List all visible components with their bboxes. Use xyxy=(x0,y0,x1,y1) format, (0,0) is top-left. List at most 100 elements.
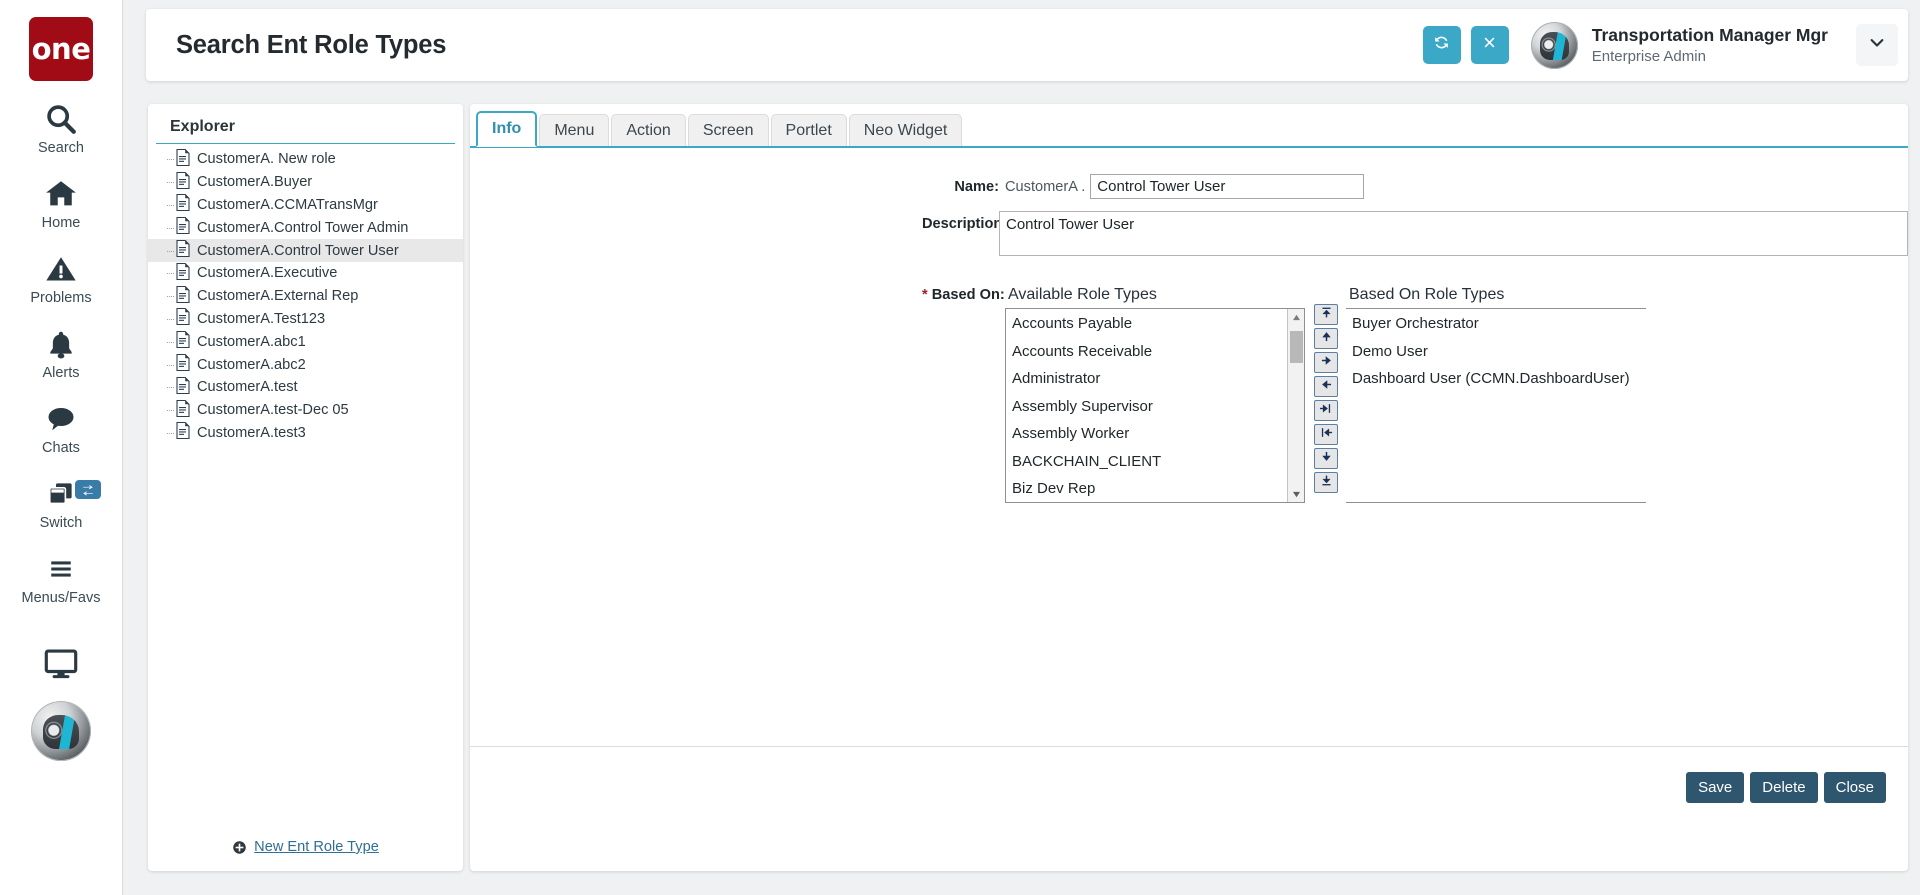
plus-circle-icon xyxy=(232,840,247,855)
sidebar-label-alerts: Alerts xyxy=(42,365,79,381)
available-option[interactable]: Assembly Worker xyxy=(1006,420,1287,448)
form-footer: Save Delete Close xyxy=(470,746,1908,828)
sidebar-item-switch[interactable]: Switch xyxy=(0,476,123,531)
sidebar-item-chats[interactable]: Chats xyxy=(0,401,123,456)
tree-item[interactable]: CustomerA.External Rep xyxy=(148,285,463,308)
tree-item[interactable]: CustomerA. New role xyxy=(148,148,463,171)
new-ent-role-type-link[interactable]: New Ent Role Type xyxy=(148,839,463,855)
transfer-button-column xyxy=(1314,304,1340,503)
move-right-button[interactable] xyxy=(1314,352,1338,373)
based-option[interactable]: Demo User xyxy=(1346,338,1646,366)
tab-panel-info: Name: CustomerA . Description: * Based O… xyxy=(470,148,1908,828)
close-button-footer[interactable]: Close xyxy=(1824,772,1886,803)
scrollbar-thumb[interactable] xyxy=(1290,331,1303,363)
sidebar-item-problems[interactable]: Problems xyxy=(0,251,123,306)
document-icon xyxy=(176,263,197,284)
tab-action[interactable]: Action xyxy=(611,114,685,146)
available-option[interactable]: Accounts Receivable xyxy=(1006,338,1287,366)
warning-icon xyxy=(44,251,78,287)
tree-item[interactable]: CustomerA.Executive xyxy=(148,262,463,285)
tree-item-label: CustomerA.Executive xyxy=(197,265,337,281)
description-label: Description: xyxy=(922,211,999,232)
scroll-up-arrow[interactable] xyxy=(1292,309,1301,325)
page-title: Search Ent Role Types xyxy=(176,31,446,60)
available-listbox[interactable]: Accounts PayableAccounts ReceivableAdmin… xyxy=(1005,308,1305,503)
tree-indent-guide xyxy=(162,422,176,444)
sidebar-item-search[interactable]: Search xyxy=(0,101,123,156)
tree-indent-guide xyxy=(162,217,176,239)
tree-item[interactable]: CustomerA.Buyer xyxy=(148,171,463,194)
one-logo[interactable]: one xyxy=(29,17,93,81)
tree-item[interactable]: CustomerA.test3 xyxy=(148,422,463,445)
tab-menu[interactable]: Menu xyxy=(539,114,609,146)
move-top-button[interactable] xyxy=(1314,304,1338,325)
name-label: Name: xyxy=(922,174,999,195)
move-up-button[interactable] xyxy=(1314,328,1338,349)
user-menu-button[interactable] xyxy=(1856,24,1898,66)
based-option[interactable]: Buyer Orchestrator xyxy=(1346,310,1646,338)
move-top-icon xyxy=(1320,306,1333,324)
tab-info[interactable]: Info xyxy=(476,111,537,147)
sidebar-item-alerts[interactable]: Alerts xyxy=(0,326,123,381)
tree-item[interactable]: CustomerA.test xyxy=(148,376,463,399)
monitor-icon[interactable] xyxy=(41,646,81,687)
tree-item-label: CustomerA.CCMATransMgr xyxy=(197,197,378,213)
tree-indent-guide xyxy=(162,148,176,170)
tree-item[interactable]: CustomerA.Control Tower Admin xyxy=(148,216,463,239)
tree-indent-guide xyxy=(162,262,176,284)
delete-button[interactable]: Delete xyxy=(1750,772,1817,803)
refresh-button[interactable] xyxy=(1423,26,1461,64)
sidebar-label-search: Search xyxy=(38,140,84,156)
move-bottom-button[interactable] xyxy=(1314,472,1338,493)
move-all-left-button[interactable] xyxy=(1314,424,1338,445)
available-column: Available Role Types Accounts PayableAcc… xyxy=(1005,286,1305,503)
tree-indent-guide xyxy=(162,240,176,262)
available-option[interactable]: Accounts Payable xyxy=(1006,310,1287,338)
available-option[interactable]: Biz Dev Rep xyxy=(1006,475,1287,502)
based-column: Based On Role Types Buyer OrchestratorDe… xyxy=(1346,286,1646,503)
move-left-icon xyxy=(1320,378,1333,396)
document-icon xyxy=(176,172,197,193)
move-down-icon xyxy=(1320,450,1333,468)
close-button[interactable] xyxy=(1471,26,1509,64)
move-left-button[interactable] xyxy=(1314,376,1338,397)
swap-arrows-icon[interactable] xyxy=(75,480,101,499)
tree-indent-guide xyxy=(162,354,176,376)
tree-indent-guide xyxy=(162,285,176,307)
tree-item-label: CustomerA.test3 xyxy=(197,425,306,441)
tree-item-label: CustomerA.Test123 xyxy=(197,311,325,327)
user-info: Transportation Manager Mgr Enterprise Ad… xyxy=(1592,24,1828,66)
based-option[interactable]: Dashboard User (CCMN.DashboardUser) xyxy=(1346,365,1646,393)
tree-item[interactable]: CustomerA.Test123 xyxy=(148,308,463,331)
app-root: one Search Home Problems Alerts xyxy=(0,0,1920,895)
available-option[interactable]: BACKCHAIN_CLIENT xyxy=(1006,448,1287,476)
tab-neo-widget[interactable]: Neo Widget xyxy=(849,114,963,146)
new-ent-role-type-label: New Ent Role Type xyxy=(254,839,379,855)
move-all-right-button[interactable] xyxy=(1314,400,1338,421)
tree-item-label: CustomerA.abc1 xyxy=(197,334,306,350)
description-textarea[interactable] xyxy=(999,211,1908,256)
tree-item[interactable]: CustomerA.Control Tower User xyxy=(148,239,463,262)
tree-item[interactable]: CustomerA.abc1 xyxy=(148,330,463,353)
available-option[interactable]: Administrator xyxy=(1006,365,1287,393)
save-button[interactable]: Save xyxy=(1686,772,1744,803)
based-listbox[interactable]: Buyer OrchestratorDemo UserDashboard Use… xyxy=(1346,308,1646,503)
required-asterisk: * xyxy=(922,287,928,303)
move-down-button[interactable] xyxy=(1314,448,1338,469)
document-icon xyxy=(176,422,197,443)
available-option[interactable]: Assembly Supervisor xyxy=(1006,393,1287,421)
name-input[interactable] xyxy=(1090,174,1364,199)
document-icon xyxy=(176,308,197,329)
sidebar-item-home[interactable]: Home xyxy=(0,176,123,231)
robot-avatar[interactable] xyxy=(31,701,91,761)
sidebar-item-menus-favs[interactable]: Menus/Favs xyxy=(0,551,123,606)
tab-portlet[interactable]: Portlet xyxy=(771,114,847,146)
search-icon xyxy=(44,101,78,137)
tree-item[interactable]: CustomerA.abc2 xyxy=(148,353,463,376)
tree-item[interactable]: CustomerA.test-Dec 05 xyxy=(148,399,463,422)
scroll-down-arrow[interactable] xyxy=(1292,486,1301,502)
available-scrollbar[interactable] xyxy=(1287,309,1304,502)
tab-screen[interactable]: Screen xyxy=(688,114,769,146)
tree-item[interactable]: CustomerA.CCMATransMgr xyxy=(148,194,463,217)
avatar[interactable] xyxy=(1531,22,1578,69)
